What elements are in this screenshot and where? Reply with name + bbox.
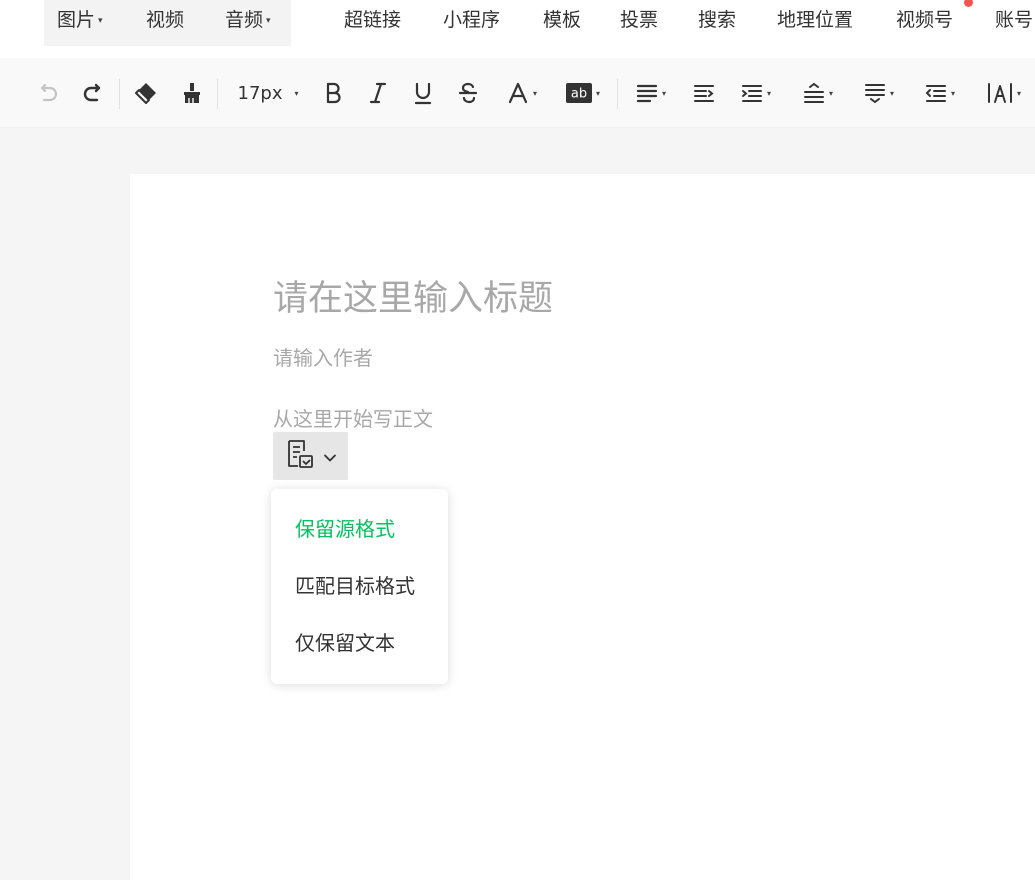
line-height-button[interactable]: ▾ [796,58,840,128]
author-input[interactable]: 请输入作者 [273,342,373,371]
letter-spacing-button[interactable]: ▾ [980,58,1028,128]
italic-icon [368,81,388,105]
menu-item-audio[interactable]: 音频 ▾ [225,0,271,40]
body-input[interactable]: 从这里开始写正文 [273,403,433,432]
indent-icon [693,83,715,103]
toolbar-divider [217,79,218,109]
menu-item-label: 投票 [620,9,659,31]
menu-item-label: 账号 [995,9,1034,31]
font-size-select[interactable]: 17px ▾ [232,58,304,128]
menu-item-template[interactable]: 模板 [543,0,581,40]
letter-spacing-icon [987,82,1013,104]
caret-down-icon: ▾ [595,88,600,98]
bold-icon [323,81,343,105]
underline-icon [413,81,433,105]
redo-icon [81,81,105,105]
title-input[interactable]: 请在这里输入标题 [273,270,553,321]
menu-item-video[interactable]: 视频 [146,0,184,40]
font-size-value: 17px [237,82,283,104]
italic-button[interactable] [365,58,391,128]
paste-document-icon [286,438,316,474]
align-button[interactable]: ▾ [630,58,672,128]
svg-text:ab: ab [571,87,587,102]
caret-down-icon: ▾ [766,88,771,98]
indent-button[interactable] [690,58,718,128]
caret-down-icon: ▾ [532,88,537,98]
caret-down-icon: ▾ [661,88,666,98]
menu-item-search[interactable]: 搜索 [698,0,736,40]
paste-option-match-target[interactable]: 匹配目标格式 [295,571,415,601]
editor-canvas: 请在这里输入标题 请输入作者 从这里开始写正文 保留源格式 匹配目标格式 仅保留… [130,174,1035,880]
caret-down-icon: ▾ [1016,88,1021,98]
menu-item-label: 视频号 [896,9,954,31]
menu-item-location[interactable]: 地理位置 [777,0,853,40]
list-indent-button[interactable]: ▾ [918,58,962,128]
strikethrough-button[interactable] [455,58,481,128]
menu-item-label: 视频 [146,9,185,31]
menu-item-label: 音频 [225,9,264,31]
clear-format-icon [133,80,159,106]
justify-icon [741,83,763,103]
paragraph-spacing-button[interactable]: ▾ [857,58,901,128]
bold-button[interactable] [320,58,346,128]
clear-format-button[interactable] [130,58,162,128]
toolbar-divider [617,79,618,109]
format-painter-icon [181,81,203,105]
menu-item-label: 搜索 [698,9,737,31]
format-painter-button[interactable] [176,58,208,128]
justify-button[interactable]: ▾ [734,58,778,128]
menu-item-vote[interactable]: 投票 [620,0,658,40]
format-toolbar: 17px ▾ ▾ ab ▾ ▾ ▾ ▾ ▾ ▾ ▾ [0,58,1035,128]
redo-button[interactable] [78,58,108,128]
background-color-icon: ab [565,83,592,103]
align-icon [636,83,658,103]
underline-button[interactable] [410,58,436,128]
caret-down-icon: ▾ [828,88,833,98]
menu-item-label: 小程序 [443,9,501,31]
paragraph-spacing-icon [864,82,886,104]
top-menu-bar: 图片 ▾ 视频 音频 ▾ 超链接 小程序 模板 投票 搜索 地理位置 视频号 账号 [0,0,1035,58]
menu-item-image[interactable]: 图片 ▾ [57,0,103,40]
paste-options-button[interactable] [273,432,348,480]
menu-item-account[interactable]: 账号 [995,0,1033,40]
caret-down-icon: ▾ [294,88,299,98]
menu-item-label: 图片 [57,9,96,31]
undo-icon [36,81,60,105]
menu-item-mini-program[interactable]: 小程序 [443,0,500,40]
menu-item-channels[interactable]: 视频号 [896,0,953,40]
paste-option-keep-source[interactable]: 保留源格式 [295,514,395,544]
font-color-button[interactable]: ▾ [500,58,544,128]
caret-down-icon: ▾ [889,88,894,98]
strikethrough-icon [457,81,479,105]
caret-down-icon: ▾ [950,88,955,98]
line-height-icon [803,82,825,104]
notification-dot [964,0,973,7]
caret-down-icon: ▾ [98,16,103,26]
font-color-icon [507,81,529,105]
menu-item-label: 地理位置 [777,9,854,31]
menu-item-hyperlink[interactable]: 超链接 [344,0,401,40]
caret-down-icon: ▾ [266,16,271,26]
list-indent-icon [925,83,947,103]
menu-item-label: 超链接 [344,9,402,31]
menu-item-label: 模板 [543,9,582,31]
background-color-button[interactable]: ab ▾ [561,58,605,128]
paste-options-menu: 保留源格式 匹配目标格式 仅保留文本 [271,489,448,684]
chevron-down-icon [323,447,336,466]
undo-button[interactable] [33,58,63,128]
paste-option-text-only[interactable]: 仅保留文本 [295,628,395,658]
toolbar-divider [119,79,120,109]
